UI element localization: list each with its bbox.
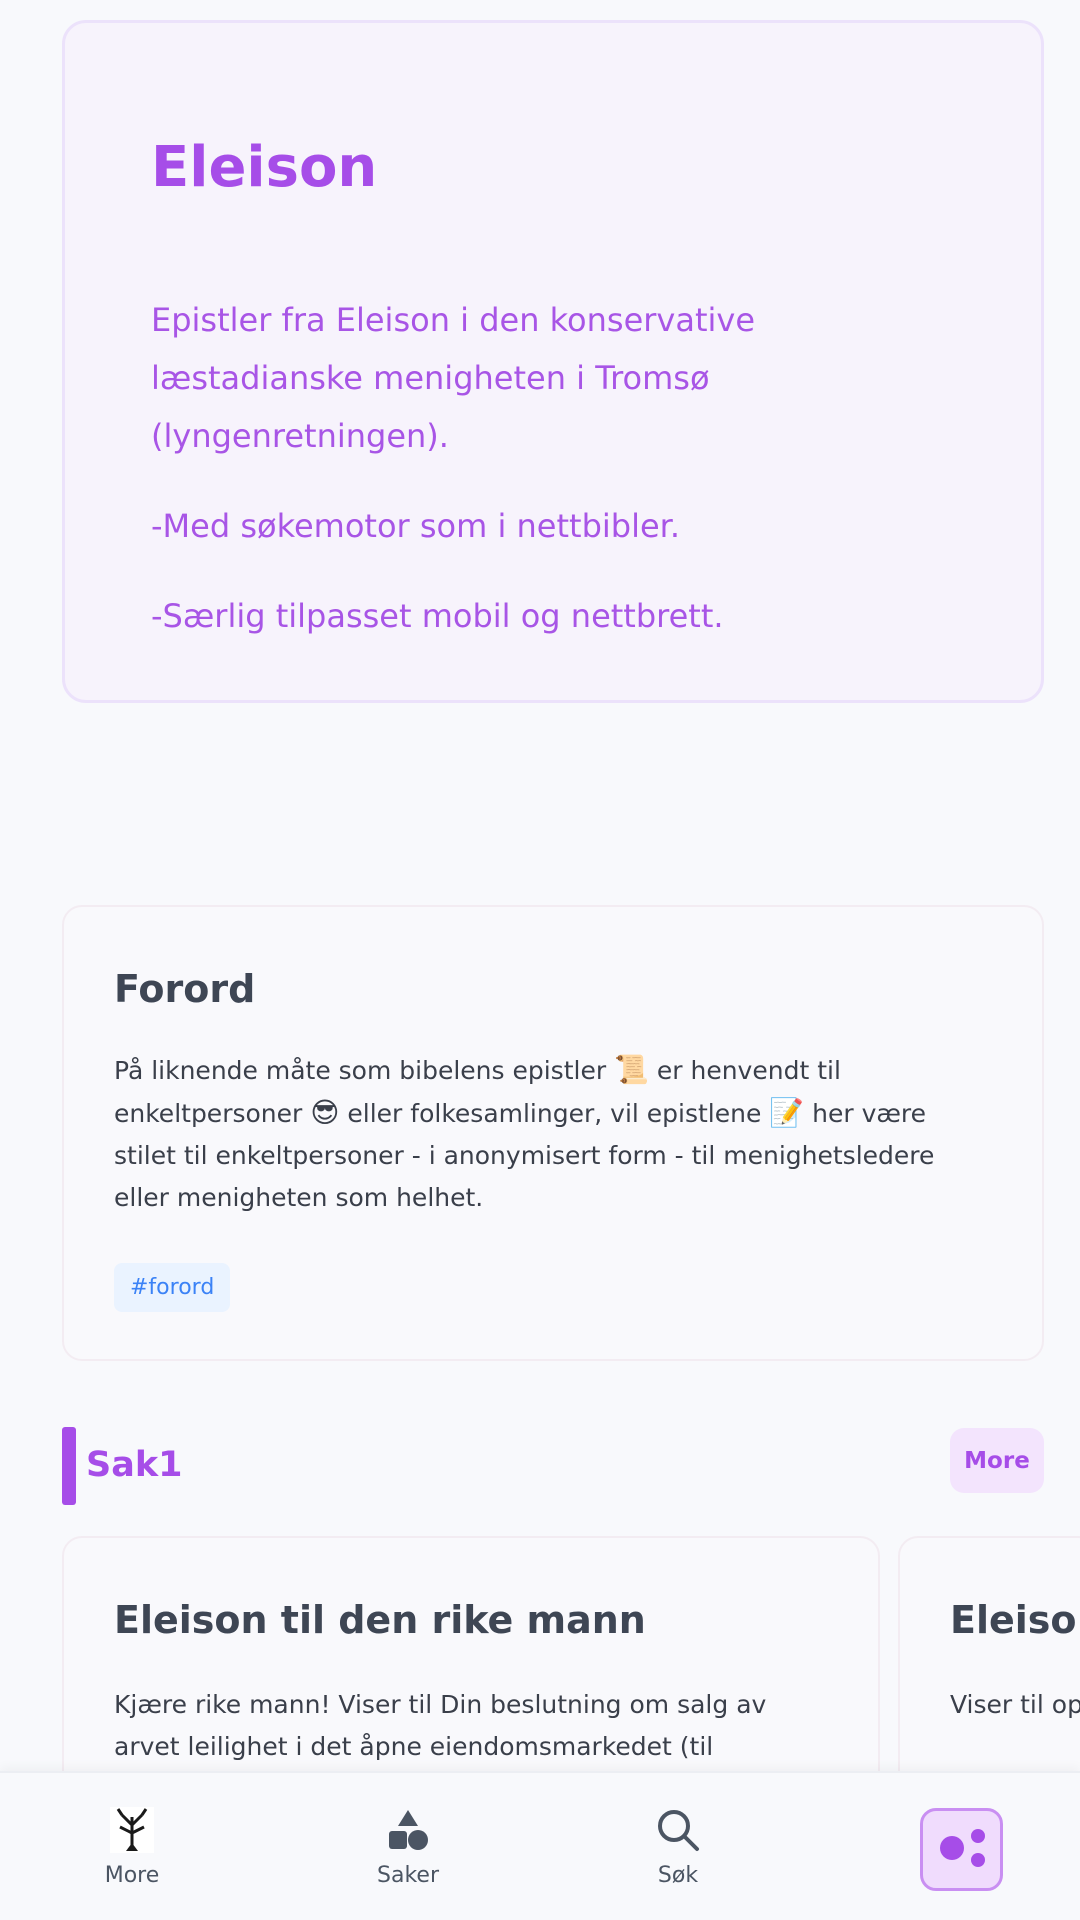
hero-title: Eleison bbox=[151, 135, 378, 200]
nav-active-button[interactable] bbox=[920, 1808, 1003, 1891]
forord-card[interactable]: Forord På liknende måte som bibelens epi… bbox=[62, 905, 1044, 1361]
forord-text-1: På liknende måte som bibelens epistler bbox=[114, 1056, 615, 1085]
nav-sok[interactable]: Søk bbox=[608, 1805, 748, 1888]
forord-body: På liknende måte som bibelens epistler 📜… bbox=[114, 1049, 974, 1219]
page: Eleison Epistler fra Eleison i den konse… bbox=[0, 0, 1080, 1920]
epistle-card-body: Kjære rike mann! Viser til Din beslutnin… bbox=[114, 1690, 767, 1761]
hero-line-2: -Med søkemotor som i nettbibler. bbox=[151, 507, 681, 545]
forord-tag[interactable]: #forord bbox=[114, 1263, 231, 1312]
hero-line-3: -Særlig tilpasset mobil og nettbrett. bbox=[151, 597, 724, 635]
forord-title: Forord bbox=[114, 967, 256, 1011]
sunglasses-emoji: 😎 bbox=[310, 1096, 340, 1129]
nav-saker[interactable]: Saker bbox=[338, 1805, 478, 1888]
nav-saker-label: Saker bbox=[377, 1863, 439, 1888]
forord-text-3: eller folkesamlinger, vil epistlene bbox=[339, 1099, 770, 1128]
epistle-card-title: Eleiso bbox=[950, 1598, 1077, 1642]
hero-line-1: Epistler fra Eleison i den konservative … bbox=[151, 301, 756, 455]
nav-sok-label: Søk bbox=[657, 1863, 699, 1888]
scroll-emoji: 📜 bbox=[614, 1053, 649, 1086]
bottom-navigation: More Saker Søk bbox=[0, 1771, 1080, 1920]
dots-icon bbox=[934, 1826, 990, 1874]
epistle-card-title: Eleison til den rike mann bbox=[114, 1598, 646, 1642]
hero-description: Epistler fra Eleison i den konservative … bbox=[151, 291, 951, 677]
nav-more-label: More bbox=[104, 1863, 160, 1888]
search-icon bbox=[608, 1805, 748, 1855]
epistle-card-body: Viser til oppforc bbox=[950, 1690, 1080, 1719]
tree-icon bbox=[62, 1805, 202, 1855]
shapes-icon bbox=[338, 1805, 478, 1855]
hero-card: Eleison Epistler fra Eleison i den konse… bbox=[62, 20, 1044, 703]
memo-emoji: 📝 bbox=[769, 1096, 805, 1129]
nav-more[interactable]: More bbox=[62, 1805, 202, 1888]
more-button[interactable]: More bbox=[950, 1428, 1044, 1493]
section-title: Sak1 bbox=[86, 1445, 183, 1485]
section-accent-bar bbox=[62, 1427, 76, 1505]
